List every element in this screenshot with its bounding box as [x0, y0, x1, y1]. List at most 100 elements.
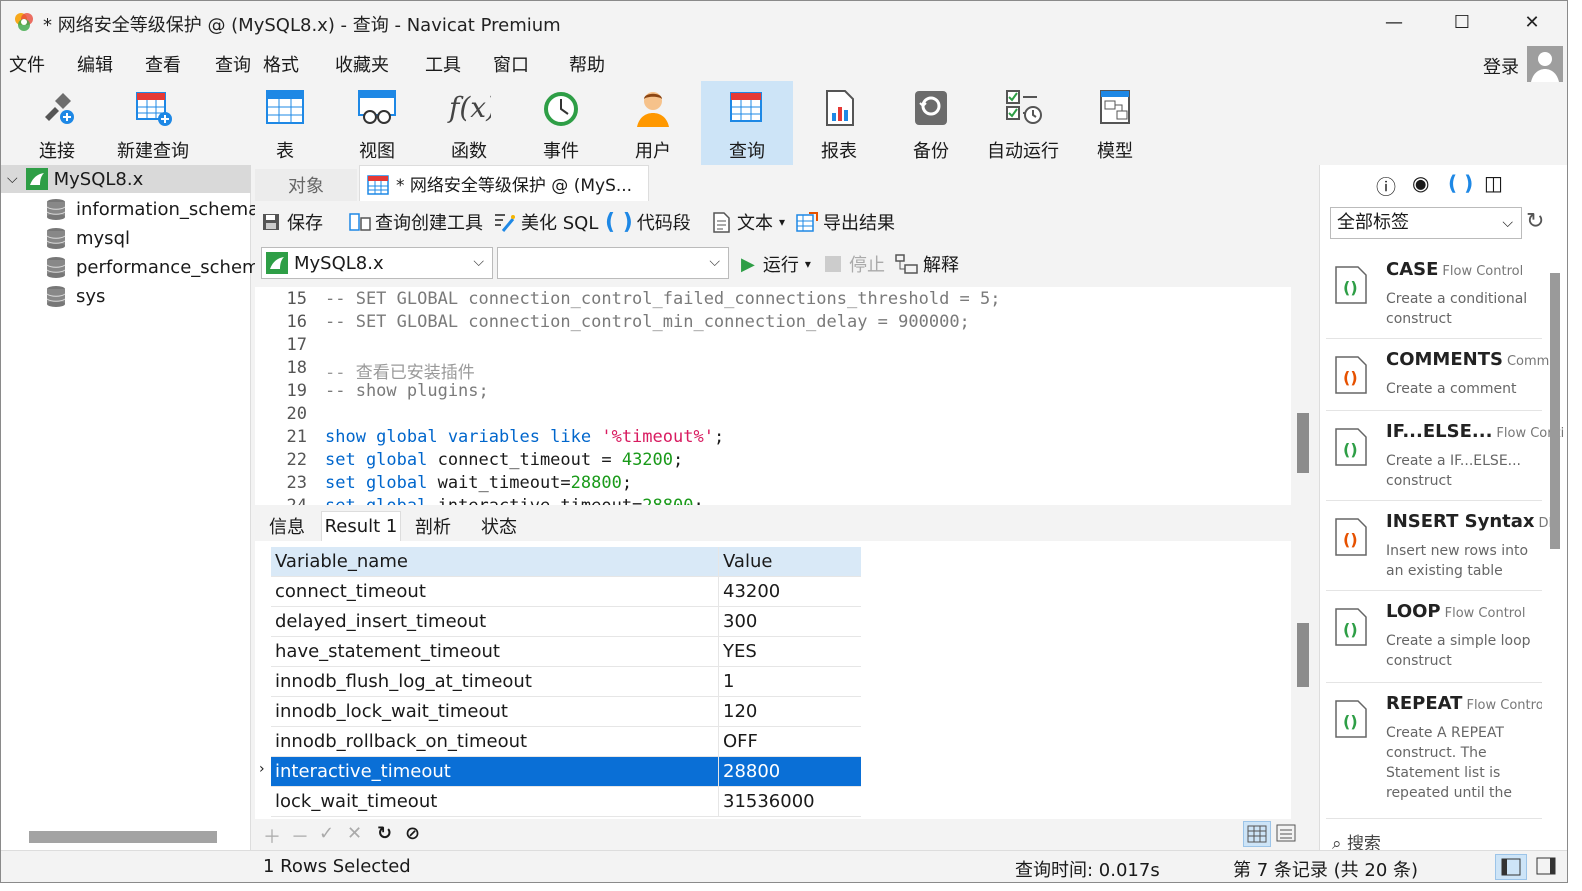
column-header-variable-name[interactable]: Variable_name — [271, 547, 719, 577]
save-button[interactable]: 保存 — [261, 209, 323, 235]
tag-filter-select[interactable]: 全部标签 ⌵ — [1330, 207, 1522, 239]
query-builder-button[interactable]: 查询创建工具 — [349, 209, 483, 235]
close-button[interactable]: ✕ — [1509, 7, 1555, 37]
database-select[interactable]: ⌵ — [497, 247, 729, 279]
event-button[interactable]: 事件 — [515, 81, 607, 165]
form-view-icon[interactable] — [1273, 821, 1299, 850]
table-button[interactable]: 表 — [239, 81, 331, 165]
preview-eye-icon[interactable]: ◉ — [1412, 171, 1429, 195]
cell-variable-name[interactable]: innodb_flush_log_at_timeout — [271, 667, 719, 697]
column-header-value[interactable]: Value — [719, 547, 859, 577]
cell-variable-name[interactable]: have_statement_timeout — [271, 637, 719, 667]
sql-editor[interactable]: 15 -- SET GLOBAL connection_control_fail… — [255, 287, 1291, 505]
table-row[interactable]: innodb_flush_log_at_timeout 1 — [271, 667, 861, 697]
menu-favorites[interactable]: 收藏夹 — [335, 51, 389, 77]
table-row[interactable]: lock_wait_timeout 31536000 — [271, 787, 861, 817]
backup-button[interactable]: 备份 — [885, 81, 977, 165]
cell-variable-name[interactable]: connect_timeout — [271, 577, 719, 607]
tab-result-1[interactable]: Result 1 — [321, 511, 401, 541]
tree-horizontal-scrollbar[interactable] — [29, 831, 217, 843]
tree-db-sys[interactable]: sys — [45, 282, 105, 310]
cell-value[interactable]: 43200 — [719, 577, 859, 607]
tab-profile[interactable]: 剖析 — [403, 511, 463, 541]
new-query-button[interactable]: 新建查询 — [107, 81, 199, 165]
menu-view[interactable]: 查看 — [145, 51, 181, 77]
maximize-button[interactable]: ☐ — [1439, 7, 1485, 37]
tree-db-performance-schema[interactable]: performance_schema — [45, 253, 271, 281]
delete-record-icon[interactable]: － — [291, 823, 309, 849]
menu-format[interactable]: 格式 — [263, 51, 299, 77]
user-button[interactable]: 用户 — [607, 81, 699, 165]
table-row[interactable]: innodb_lock_wait_timeout 120 — [271, 697, 861, 727]
cell-value[interactable]: 28800 — [719, 757, 859, 787]
grid-vertical-scrollbar[interactable] — [1297, 623, 1309, 687]
menu-help[interactable]: 帮助 — [569, 51, 605, 77]
editor-vertical-scrollbar[interactable] — [1297, 413, 1309, 473]
snippet-item-comments[interactable]: () COMMENTS Comm Create a comment — [1326, 341, 1549, 411]
apply-icon[interactable]: ✓ — [319, 823, 334, 844]
function-button[interactable]: f(x) 函数 — [423, 81, 515, 165]
user-avatar[interactable] — [1527, 46, 1563, 82]
tree-db-mysql[interactable]: mysql — [45, 224, 130, 252]
snippet-item-repeat[interactable]: () REPEAT Flow Control Create A REPEAT co… — [1326, 685, 1542, 819]
export-results-button[interactable]: 导出结果 — [795, 209, 895, 235]
code-snippet-button[interactable]: ( ) 代码段 — [605, 209, 691, 235]
model-button[interactable]: 模型 — [1069, 81, 1161, 165]
cell-value[interactable]: 1 — [719, 667, 859, 697]
table-row[interactable]: have_statement_timeout YES — [271, 637, 861, 667]
chevron-down-icon[interactable]: ⌵ — [7, 171, 18, 187]
stop-loading-icon[interactable]: ⊘ — [405, 823, 420, 844]
cell-variable-name[interactable]: innodb_rollback_on_timeout — [271, 727, 719, 757]
menu-window[interactable]: 窗口 — [493, 51, 529, 77]
cell-value[interactable]: 300 — [719, 607, 859, 637]
minimize-button[interactable]: — — [1371, 7, 1417, 37]
toggle-right-panel-icon[interactable] — [1531, 854, 1563, 880]
cell-value[interactable]: 31536000 — [719, 787, 859, 817]
cell-value[interactable]: OFF — [719, 727, 859, 757]
query-button[interactable]: 查询 — [701, 81, 793, 165]
run-button[interactable]: ▶ 运行 ▾ — [741, 251, 811, 277]
grid-view-icon[interactable] — [1243, 821, 1271, 847]
stop-button[interactable]: 停止 — [825, 251, 885, 277]
table-row-selected[interactable]: interactive_timeout 28800 — [271, 757, 861, 787]
info-icon[interactable]: ⓘ — [1376, 171, 1396, 200]
add-record-icon[interactable]: ＋ — [263, 823, 281, 849]
tab-status[interactable]: 状态 — [467, 511, 531, 541]
login-link[interactable]: 登录 — [1483, 53, 1519, 79]
explain-button[interactable]: 解释 — [895, 251, 959, 277]
cell-value[interactable]: 120 — [719, 697, 859, 727]
tab-objects[interactable]: 对象 — [255, 169, 357, 201]
menu-file[interactable]: 文件 — [9, 51, 45, 77]
layout-panels-icon[interactable]: ◫ — [1484, 171, 1503, 195]
tab-info[interactable]: 信息 — [257, 511, 317, 541]
menu-edit[interactable]: 编辑 — [77, 51, 113, 77]
table-row[interactable]: connect_timeout 43200 — [271, 577, 861, 607]
cell-variable-name[interactable]: interactive_timeout — [271, 757, 719, 787]
snippet-item-loop[interactable]: () LOOP Flow Control Create a simple loop… — [1326, 593, 1542, 683]
tree-db-information-schema[interactable]: information_schema — [45, 195, 259, 223]
toggle-left-panel-icon[interactable] — [1495, 854, 1527, 880]
new-snippet-icon[interactable]: ↻ — [1526, 209, 1544, 234]
view-button[interactable]: 视图 — [331, 81, 423, 165]
cell-variable-name[interactable]: lock_wait_timeout — [271, 787, 719, 817]
automation-button[interactable]: 自动运行 — [977, 81, 1069, 165]
menu-query[interactable]: 查询 — [215, 51, 251, 77]
snippet-item-insert-syntax[interactable]: () INSERT SyntaxDM Insert new rows into … — [1326, 503, 1560, 591]
tree-connection-mysql8[interactable]: ⌵ MySQL8.x — [1, 165, 251, 193]
beautify-sql-button[interactable]: 美化 SQL — [493, 209, 598, 235]
snippet-scrollbar[interactable] — [1550, 273, 1560, 549]
snippet-braces-icon[interactable]: ( ) — [1448, 171, 1473, 195]
discard-icon[interactable]: ✕ — [347, 823, 362, 844]
cell-variable-name[interactable]: delayed_insert_timeout — [271, 607, 719, 637]
cell-value[interactable]: YES — [719, 637, 859, 667]
text-mode-button[interactable]: 文本 ▾ — [711, 209, 785, 235]
menu-tools[interactable]: 工具 — [425, 51, 461, 77]
table-row[interactable]: delayed_insert_timeout 300 — [271, 607, 861, 637]
refresh-icon[interactable]: ↻ — [377, 823, 392, 844]
table-row[interactable]: innodb_rollback_on_timeout OFF — [271, 727, 861, 757]
report-button[interactable]: 报表 — [793, 81, 885, 165]
connect-button[interactable]: 连接 — [15, 81, 99, 165]
connection-select[interactable]: MySQL8.x ⌵ — [261, 247, 493, 279]
snippet-item-case[interactable]: () CASE Flow Control Create a conditional… — [1326, 251, 1542, 339]
result-grid[interactable]: Variable_name Value connect_timeout 4320… — [255, 541, 1291, 819]
